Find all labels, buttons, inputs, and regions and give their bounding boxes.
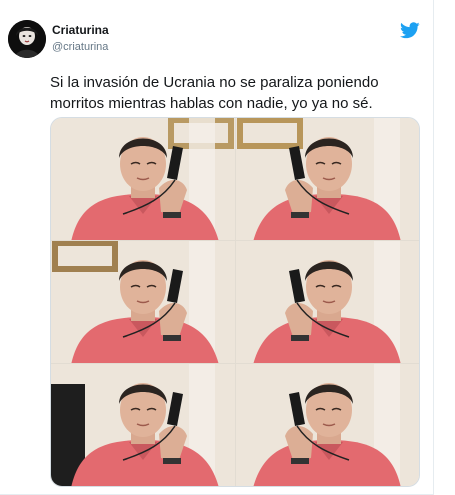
photo-grid	[51, 118, 419, 486]
twitter-bird-icon[interactable]	[400, 22, 420, 39]
tweet-card[interactable]: Criaturina @criaturina Si la invasión de…	[0, 0, 434, 495]
media-photo[interactable]	[236, 364, 419, 486]
profile-avatar-icon	[8, 20, 46, 58]
tweet-text: Si la invasión de Ucrania no se paraliza…	[50, 74, 379, 112]
media-photo[interactable]	[51, 241, 236, 364]
media-photo[interactable]	[236, 118, 419, 241]
media-photo[interactable]	[51, 118, 236, 241]
media-photo[interactable]	[236, 241, 419, 364]
tweet-media[interactable]	[50, 117, 420, 487]
media-photo[interactable]	[51, 364, 236, 486]
user-handle[interactable]: @criaturina	[52, 41, 108, 53]
display-name[interactable]: Criaturina	[52, 23, 109, 37]
avatar[interactable]	[8, 20, 46, 58]
